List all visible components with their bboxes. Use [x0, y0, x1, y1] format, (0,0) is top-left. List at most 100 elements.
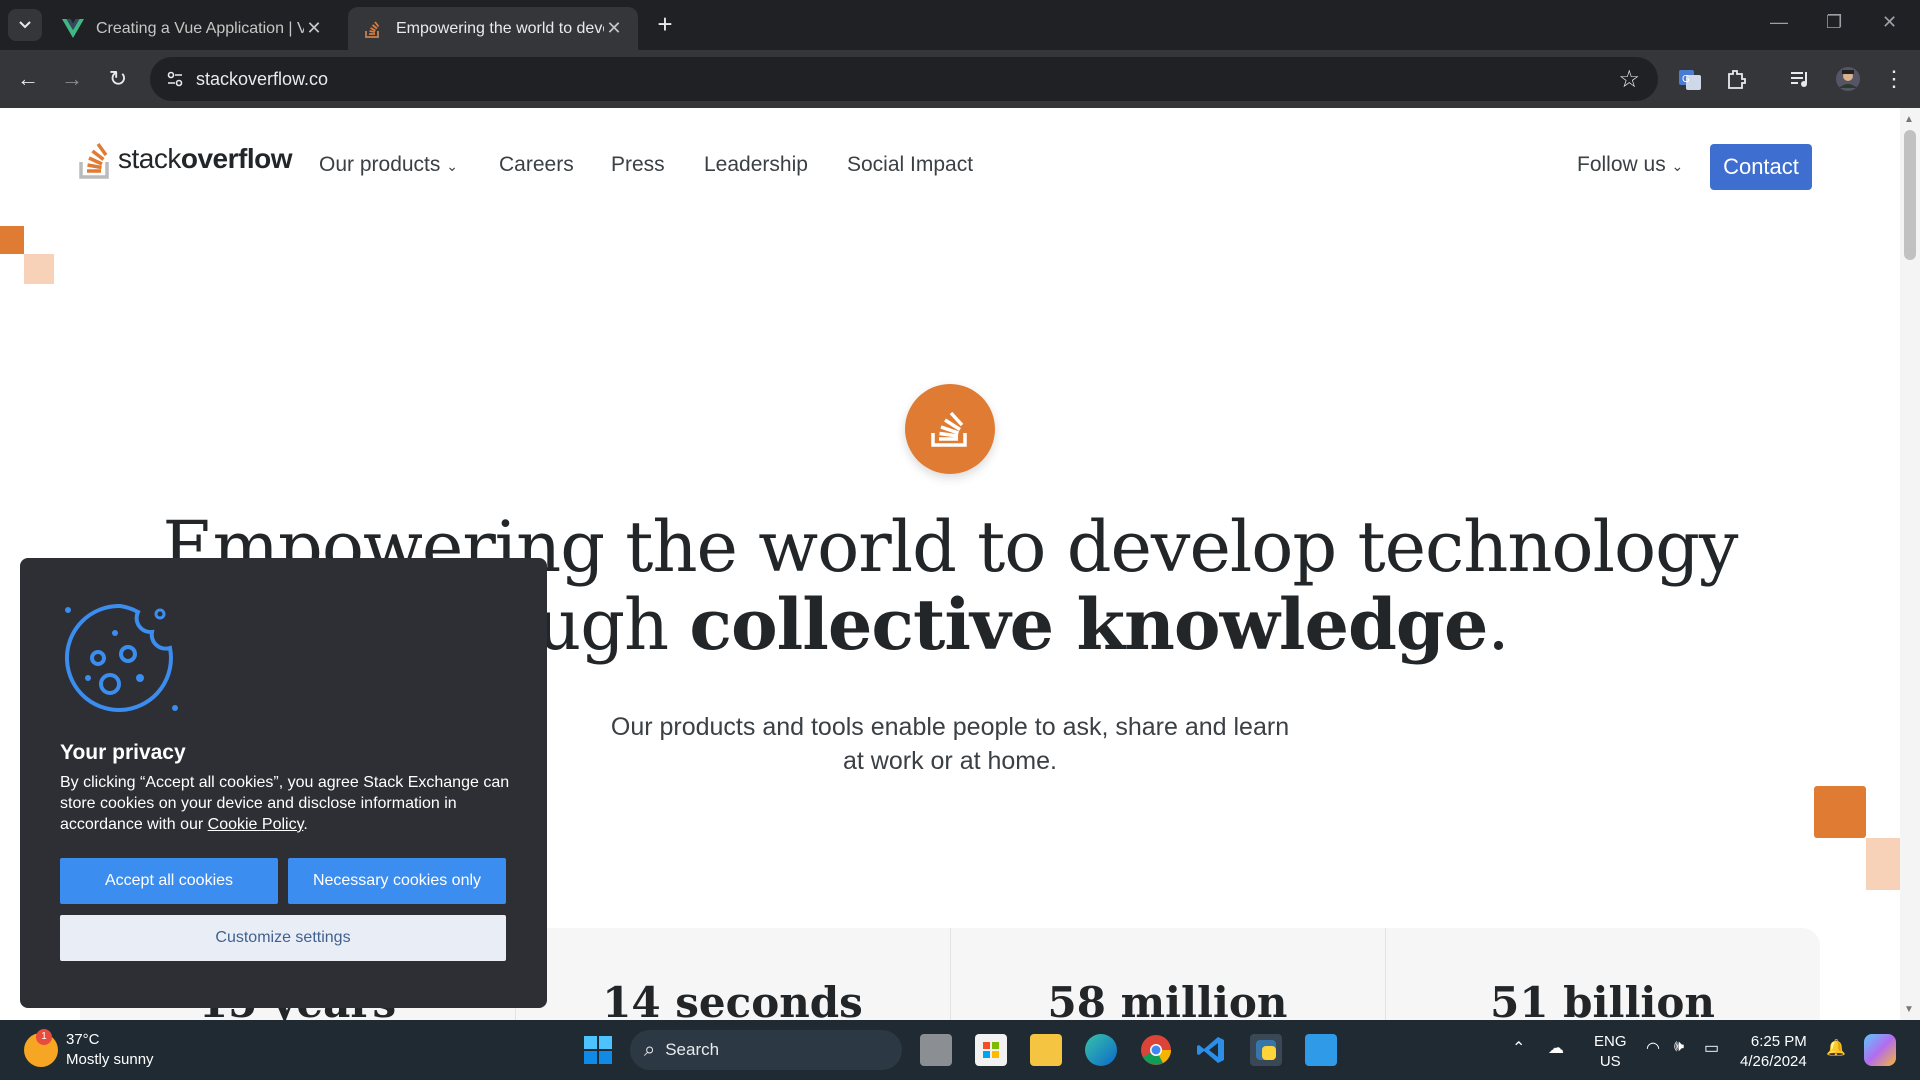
nav-careers[interactable]: Careers [499, 153, 574, 177]
notification-badge: 1 [36, 1029, 52, 1045]
tab-stackoverflow[interactable]: Empowering the world to develop technolo… [348, 7, 638, 50]
restore-icon[interactable]: ❐ [1826, 12, 1842, 33]
extensions-icon[interactable] [1722, 65, 1750, 93]
store-icon[interactable] [975, 1034, 1007, 1066]
necessary-cookies-button[interactable]: Necessary cookies only [288, 858, 506, 904]
nav-press[interactable]: Press [611, 153, 665, 177]
hero-subtitle: Our products and tools enable people to … [610, 713, 1290, 775]
tab-title: Creating a Vue Application | Vue.js [96, 19, 304, 37]
decor-square [24, 254, 54, 284]
notepad-icon[interactable] [1305, 1034, 1337, 1066]
page-scrollbar[interactable]: ▲ ▼ [1900, 108, 1920, 1020]
stat-million: 58 million [1047, 978, 1288, 1020]
stackexchange-badge-icon [905, 384, 995, 474]
browser-tab-bar: Creating a Vue Application | Vue.js ✕ Em… [0, 0, 1920, 50]
region-code: US [1599, 1053, 1621, 1070]
logo-text: stackoverflow [118, 143, 293, 175]
taskbar-search[interactable]: ⌕ Search [630, 1030, 902, 1070]
follow-us-dropdown[interactable]: Follow us ⌄ [1577, 153, 1683, 177]
decor-square [0, 226, 24, 254]
page-content: stackoverflow Our products ⌄ Careers Pre… [0, 108, 1900, 1020]
decor-square [1814, 786, 1866, 838]
accept-all-cookies-button[interactable]: Accept all cookies [60, 858, 278, 904]
back-icon[interactable]: ← [14, 65, 42, 93]
cookie-policy-link[interactable]: Cookie Policy [208, 816, 304, 833]
media-control-icon[interactable] [1786, 65, 1814, 93]
search-icon: ⌕ [644, 1038, 656, 1061]
tab-search-dropdown[interactable] [8, 9, 42, 41]
chevron-down-icon: ⌄ [1671, 158, 1684, 174]
stackoverflow-icon [79, 142, 109, 179]
show-hidden-icons[interactable]: ⌃ [1512, 1038, 1525, 1058]
search-label: Search [665, 1040, 720, 1059]
stat-seconds: 14 seconds [602, 978, 863, 1020]
onedrive-icon[interactable]: ☁ [1548, 1038, 1564, 1058]
windows-taskbar: 1 37°C Mostly sunny ⌕ Search ⌃ ☁ ENG US … [0, 1020, 1920, 1080]
stat-billion: 51 billion [1490, 978, 1715, 1020]
scroll-down-icon[interactable]: ▼ [1904, 1004, 1914, 1015]
vscode-icon[interactable] [1195, 1034, 1227, 1066]
translate-icon[interactable]: G [1676, 65, 1704, 93]
nav-leadership[interactable]: Leadership [704, 153, 808, 177]
close-tab-icon[interactable]: ✕ [304, 18, 324, 39]
profile-avatar-icon[interactable] [1834, 65, 1862, 93]
site-info-icon[interactable] [164, 68, 186, 90]
close-tab-icon[interactable]: ✕ [604, 18, 624, 39]
weather-temp: 37°C [66, 1031, 100, 1048]
follow-label: Follow us [1577, 153, 1666, 176]
clock[interactable]: 6:25 PM 4/26/2024 [1740, 1032, 1807, 1072]
forward-icon[interactable]: → [58, 65, 86, 93]
cookie-consent-dialog: Your privacy By clicking “Accept all coo… [20, 558, 547, 1008]
wifi-icon[interactable]: ◠ [1646, 1038, 1660, 1058]
weather-desc: Mostly sunny [66, 1051, 154, 1068]
edge-icon[interactable] [1085, 1034, 1117, 1066]
volume-icon[interactable]: 🕪 [1674, 1038, 1684, 1056]
task-view-icon[interactable] [920, 1034, 952, 1066]
battery-icon[interactable]: ▭ [1704, 1038, 1719, 1058]
cookie-body: By clicking “Accept all cookies”, you ag… [60, 774, 510, 833]
reload-icon[interactable]: ↻ [104, 65, 132, 93]
language-indicator[interactable]: ENG US [1594, 1032, 1627, 1072]
vue-icon [62, 18, 84, 40]
file-explorer-icon[interactable] [1030, 1034, 1062, 1066]
logo-text-light: stack [118, 143, 181, 174]
url-text[interactable]: stackoverflow.co [196, 69, 328, 90]
cookie-title: Your privacy [60, 741, 186, 764]
nav-our-products[interactable]: Our products ⌄ [319, 153, 458, 177]
stackoverflow-icon [362, 18, 384, 40]
hero-title-period: . [1487, 584, 1509, 666]
new-tab-button[interactable]: + [650, 10, 680, 40]
chrome-icon[interactable] [1140, 1034, 1172, 1066]
chevron-down-icon [19, 21, 31, 29]
language-code: ENG [1594, 1033, 1627, 1050]
tab-title: Empowering the world to develop technolo… [396, 19, 604, 37]
notifications-bell-icon[interactable]: 🔔 [1826, 1038, 1846, 1058]
clock-time: 6:25 PM [1750, 1033, 1807, 1050]
scroll-up-icon[interactable]: ▲ [1904, 114, 1914, 125]
python-app-icon[interactable] [1250, 1034, 1282, 1066]
contact-button[interactable]: Contact [1710, 144, 1812, 190]
bookmark-star-icon[interactable]: ☆ [1618, 65, 1640, 94]
browser-menu-icon[interactable]: ⋮ [1880, 65, 1908, 93]
scrollbar-thumb[interactable] [1904, 130, 1916, 260]
copilot-icon[interactable] [1864, 1034, 1896, 1066]
clock-date: 4/26/2024 [1740, 1053, 1807, 1070]
logo-text-bold: overflow [180, 143, 293, 174]
windows-start-icon[interactable] [582, 1034, 614, 1066]
nav-social-impact[interactable]: Social Impact [847, 153, 973, 177]
hero-title-bold: collective knowledge [689, 583, 1488, 666]
tab-vue[interactable]: Creating a Vue Application | Vue.js ✕ [48, 7, 338, 50]
decor-square [1866, 838, 1900, 890]
customize-settings-button[interactable]: Customize settings [60, 915, 506, 961]
chevron-down-icon: ⌄ [446, 158, 458, 174]
stackoverflow-logo[interactable]: stackoverflow [78, 138, 293, 180]
sun-icon: 1 [24, 1029, 58, 1067]
weather-widget[interactable]: 1 37°C Mostly sunny [24, 1029, 154, 1070]
svg-text:G: G [1682, 74, 1690, 85]
address-bar[interactable]: stackoverflow.co ☆ [150, 57, 1658, 101]
browser-toolbar: ← → ↻ stackoverflow.co ☆ G ⋮ [0, 50, 1920, 108]
minimize-icon[interactable]: — [1770, 12, 1788, 33]
close-window-icon[interactable]: ✕ [1882, 12, 1897, 33]
cookie-icon [64, 603, 178, 712]
nav-label: Our products [319, 153, 441, 176]
